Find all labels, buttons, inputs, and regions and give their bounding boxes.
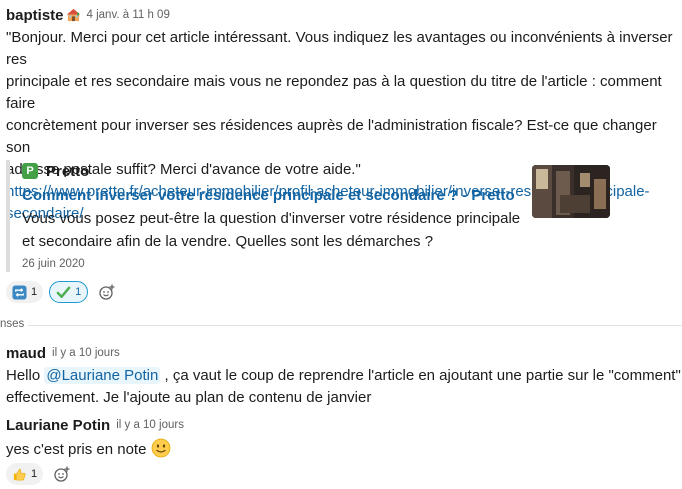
preview-source: P Pretto	[22, 160, 522, 182]
message-timestamp[interactable]: 4 janv. à 11 h 09	[87, 9, 170, 21]
preview-source-name: Pretto	[46, 162, 90, 180]
preview-thumbnail[interactable]	[532, 165, 610, 218]
message-lauriane: Lauriane Potin il y a 10 jours yes c'est…	[6, 415, 682, 461]
add-reaction-icon	[99, 284, 115, 300]
add-reaction-button[interactable]	[94, 281, 120, 303]
message-timestamp[interactable]: il y a 10 jours	[116, 419, 184, 431]
user-mention[interactable]: @Lauriane Potin	[44, 367, 161, 384]
message-timestamp[interactable]: il y a 10 jours	[52, 347, 120, 359]
reaction-repeat[interactable]: 1	[6, 281, 44, 303]
thread-divider	[0, 325, 682, 326]
preview-title[interactable]: Comment inverser votre résidence princip…	[22, 185, 522, 207]
reaction-bar: 1	[6, 463, 75, 485]
message-text: yes c'est pris en note	[6, 438, 682, 461]
author-name[interactable]: Lauriane Potin	[6, 417, 110, 434]
check-mark-icon	[56, 286, 71, 298]
text-fragment: yes c'est pris en note	[6, 441, 147, 458]
text-fragment: , ça vaut le coup de reprendre l'article…	[160, 367, 681, 384]
text-fragment: Hello	[6, 367, 45, 384]
reaction-check[interactable]: 1	[49, 281, 89, 303]
reaction-count: 1	[31, 286, 38, 298]
pretto-logo-icon: P	[22, 163, 38, 179]
preview-description-line: Vous vous posez peut-être la question d'…	[22, 210, 521, 227]
text-line: principale et res secondaire mais vous n…	[6, 73, 662, 112]
text-line: effectivement. Je l'ajoute au plan de co…	[6, 389, 372, 406]
slightly-smiling-face-icon	[151, 438, 171, 458]
author-name[interactable]: maud	[6, 345, 46, 362]
house-icon	[66, 8, 80, 22]
replies-label: nses	[0, 318, 29, 330]
reaction-count: 1	[75, 286, 82, 298]
text-line: concrètement pour inverser ses résidence…	[6, 117, 657, 156]
message-text: Hello @Lauriane Potin , ça vaut le coup …	[6, 365, 682, 409]
author-name[interactable]: baptiste	[6, 7, 64, 24]
preview-description-line: et secondaire afin de la vendre. Quelles…	[22, 233, 434, 250]
reaction-bar: 1 1	[6, 281, 120, 303]
add-reaction-button[interactable]	[49, 463, 75, 485]
reaction-thumbs-up[interactable]: 1	[6, 463, 44, 485]
text-line: "Bonjour. Merci pour cet article intéres…	[6, 29, 673, 68]
link-preview: P Pretto Comment inverser votre résidenc…	[6, 160, 610, 272]
reaction-count: 1	[31, 468, 38, 480]
thumbs-up-icon	[13, 468, 26, 480]
add-reaction-icon	[54, 466, 70, 482]
repeat-icon	[12, 284, 27, 300]
preview-description: Vous vous posez peut-être la question d'…	[22, 207, 522, 253]
message-maud: maud il y a 10 jours Hello @Lauriane Pot…	[6, 343, 682, 409]
preview-date: 26 juin 2020	[22, 258, 85, 270]
link-preview-body: P Pretto Comment inverser votre résidenc…	[22, 160, 522, 270]
